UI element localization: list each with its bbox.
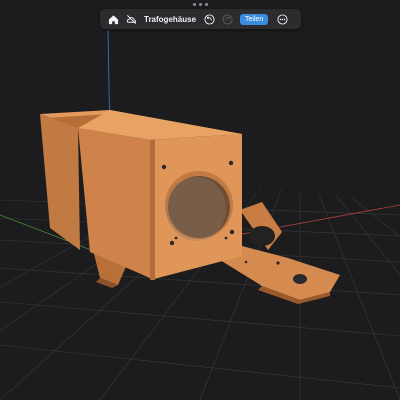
more-icon[interactable] bbox=[273, 10, 291, 28]
home-icon[interactable] bbox=[104, 10, 122, 28]
undo-icon[interactable] bbox=[200, 10, 218, 28]
top-toolbar: Trafogehäuse Teilen bbox=[100, 9, 301, 29]
hide-cloud-icon[interactable] bbox=[122, 10, 140, 28]
document-title[interactable]: Trafogehäuse bbox=[144, 15, 196, 24]
window-grabber[interactable] bbox=[190, 3, 210, 7]
3d-viewport[interactable] bbox=[0, 0, 400, 400]
share-button[interactable]: Teilen bbox=[240, 13, 269, 25]
redo-icon[interactable] bbox=[218, 10, 236, 28]
